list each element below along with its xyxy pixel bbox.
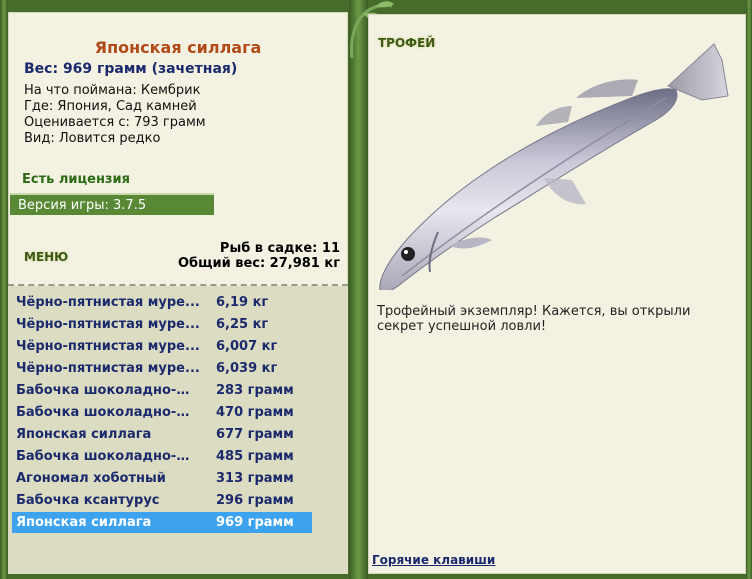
catch-row[interactable]: Чёрно-пятнистая муре... 6,039 кг — [12, 358, 312, 379]
keepnet-stats: Рыб в садке: 11 Общий вес: 27,981 кг — [178, 241, 340, 271]
fish-info-panel: Японская силлага Вес: 969 грамм (зачетна… — [8, 12, 348, 574]
catch-name: Бабочка шоколадно-жё... — [16, 405, 202, 420]
hotkeys-link[interactable]: Горячие клавиши — [372, 553, 495, 567]
catch-name: Бабочка ксантурус — [16, 493, 160, 508]
catch-weight: 296 грамм — [216, 493, 294, 508]
catch-row[interactable]: Бабочка шоколадно-жё... 485 грамм — [12, 446, 312, 467]
catch-list: Чёрно-пятнистая муре... 6,19 кг Чёрно-пя… — [8, 286, 348, 574]
catch-weight: 6,19 кг — [216, 295, 269, 310]
catch-name: Бабочка шоколадно-жё... — [16, 383, 202, 398]
catch-row-selected[interactable]: Японская силлага 969 грамм — [12, 512, 312, 533]
catch-name: Чёрно-пятнистая муре... — [16, 339, 200, 354]
fish-illustration — [379, 43, 729, 290]
catch-row[interactable]: Бабочка ксантурус 296 грамм — [12, 490, 312, 511]
total-weight: Общий вес: 27,981 кг — [177, 256, 340, 271]
catch-weight: 677 грамм — [216, 427, 294, 442]
frame-stripe-left — [0, 0, 8, 579]
trophy-panel: ТРОФЕЙ Трофейный экземпляр! Кажется, вы … — [368, 14, 746, 574]
catch-name: Японская силлага — [16, 515, 152, 530]
fish-valued-from: Оценивается с: 793 грамм — [24, 115, 206, 130]
catch-weight: 313 грамм — [216, 471, 294, 486]
catch-row[interactable]: Японская силлага 677 грамм — [12, 424, 312, 445]
catch-name: Бабочка шоколадно-жё... — [16, 449, 202, 464]
catch-name: Чёрно-пятнистая муре... — [16, 361, 200, 376]
catch-name: Японская силлага — [16, 427, 152, 442]
catch-row[interactable]: Бабочка шоколадно-жё... 470 грамм — [12, 402, 312, 423]
frame-stripe-right — [746, 0, 752, 579]
catch-weight: 470 грамм — [216, 405, 294, 420]
catch-row[interactable]: Агономал хоботный 313 грамм — [12, 468, 312, 489]
fish-title: Японская силлага — [94, 38, 262, 57]
fish-count: Рыб в садке: 11 — [219, 241, 340, 256]
catch-name: Агономал хоботный — [16, 471, 166, 486]
catch-row[interactable]: Чёрно-пятнистая муре... 6,007 кг — [12, 336, 312, 357]
catch-weight: 485 грамм — [216, 449, 294, 464]
catch-row[interactable]: Бабочка шоколадно-жё... 283 грамм — [12, 380, 312, 401]
catch-weight: 6,25 кг — [216, 317, 269, 332]
catch-row[interactable]: Чёрно-пятнистая муре... 6,19 кг — [12, 292, 312, 313]
version-bar: Версия игры: 3.7.5 — [10, 193, 214, 215]
catch-name: Чёрно-пятнистая муре... — [16, 317, 200, 332]
fish-bait: На что поймана: Кембрик — [24, 83, 201, 98]
catch-row[interactable]: Чёрно-пятнистая муре... 6,25 кг — [12, 314, 312, 335]
catch-weight: 283 грамм — [216, 383, 294, 398]
catch-weight: 6,039 кг — [216, 361, 278, 376]
catch-weight: 969 грамм — [216, 515, 294, 530]
catch-name: Чёрно-пятнистая муре... — [16, 295, 200, 310]
fish-location: Где: Япония, Сад камней — [24, 99, 197, 114]
catch-weight: 6,007 кг — [216, 339, 278, 354]
menu-button[interactable]: МЕНЮ — [24, 250, 68, 264]
fish-rarity: Вид: Ловится редко — [24, 131, 161, 146]
license-status: Есть лицензия — [22, 172, 130, 187]
trophy-text: Трофейный экземпляр! Кажется, вы открыли… — [377, 304, 691, 334]
fish-weight: Вес: 969 грамм (зачетная) — [24, 61, 238, 77]
frame-stripe-middle — [349, 0, 368, 579]
